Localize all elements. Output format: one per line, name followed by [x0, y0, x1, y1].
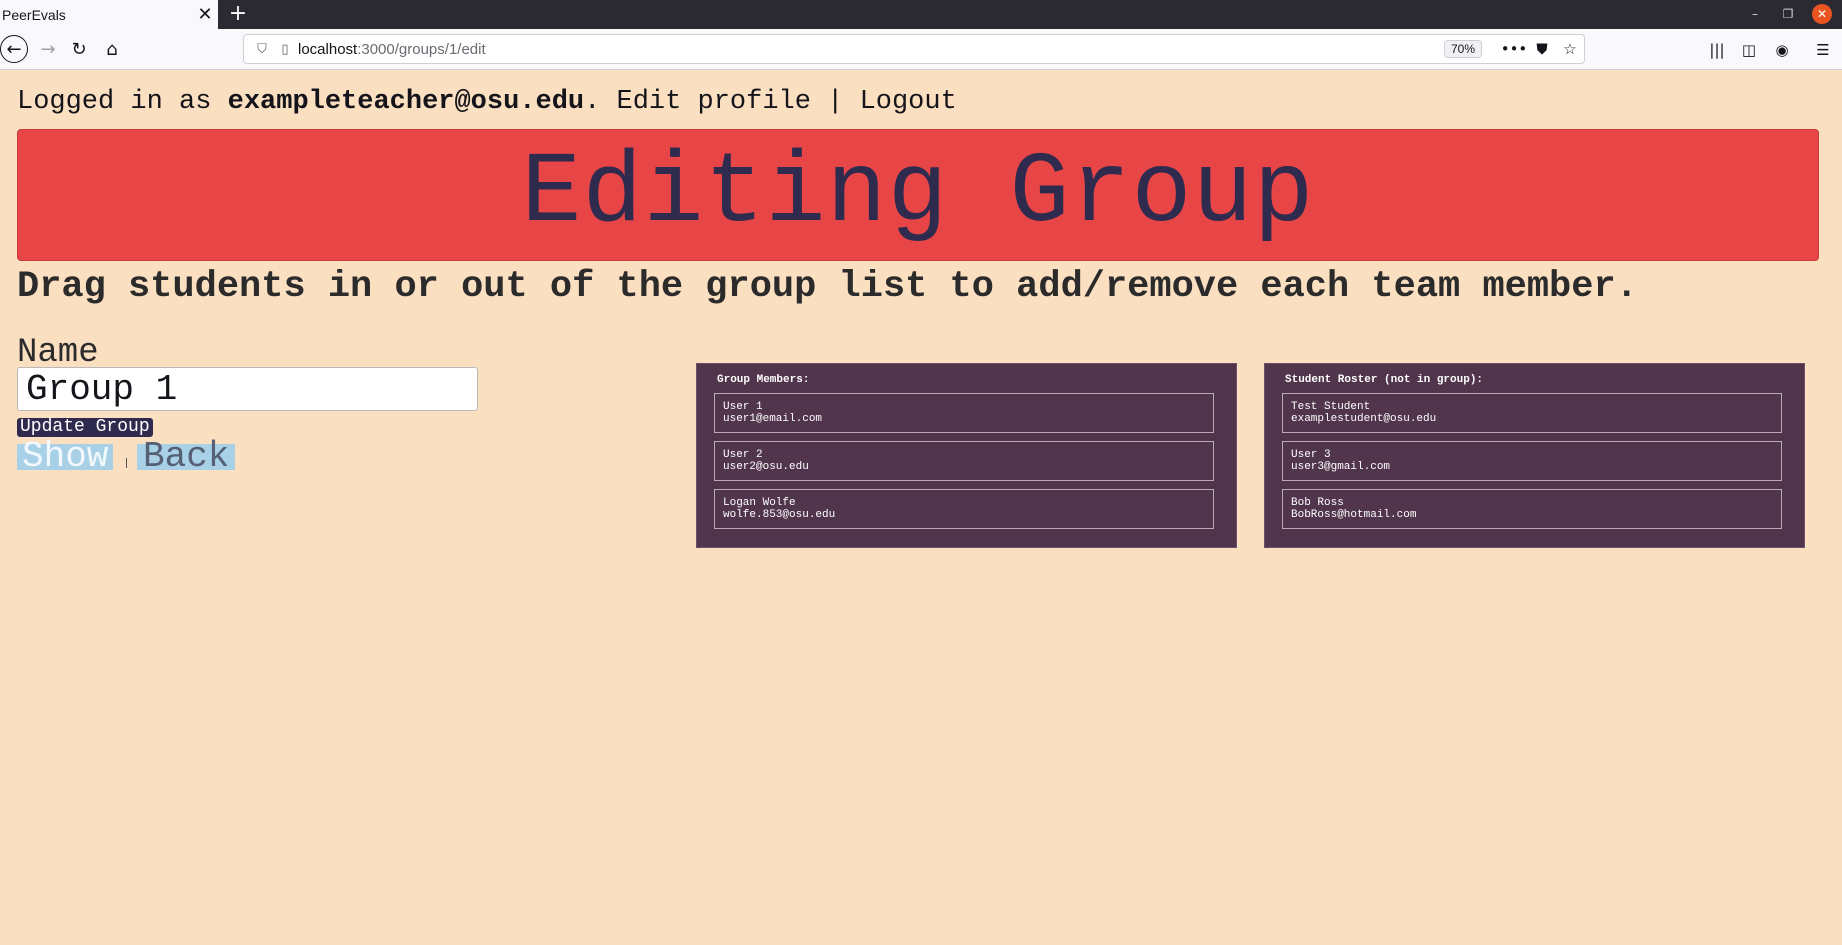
new-tab-icon[interactable]: +	[226, 2, 250, 26]
link-separator	[126, 458, 127, 468]
sidebar-icon[interactable]: ◫	[1738, 39, 1760, 61]
group-members-title: Group Members:	[717, 374, 810, 386]
roster-title: Student Roster (not in group):	[1285, 374, 1484, 386]
name-field[interactable]	[17, 367, 478, 411]
login-status: Logged in as exampleteacher@osu.edu. Edi…	[17, 87, 957, 117]
instructions-text: Drag students in or out of the group lis…	[17, 266, 1638, 308]
group-members-panel[interactable]: Group Members: User 1 user1@email.com Us…	[696, 363, 1237, 548]
restore-icon[interactable]: ❐	[1778, 4, 1798, 24]
student-name: User 3	[1291, 449, 1331, 461]
back-link[interactable]: Back	[137, 439, 236, 475]
back-arrow-icon[interactable]: ←	[0, 35, 28, 63]
logout-link[interactable]: Logout	[860, 87, 957, 117]
student-email: user3@gmail.com	[1291, 461, 1391, 473]
student-email: examplestudent@osu.edu	[1291, 413, 1437, 425]
member-email: user2@osu.edu	[723, 461, 809, 473]
student-name: Bob Ross	[1291, 497, 1344, 509]
more-actions-icon[interactable]: •••	[1500, 40, 1528, 58]
member-card[interactable]: User 1 user1@email.com	[714, 393, 1214, 433]
minimize-icon[interactable]: –	[1745, 4, 1765, 24]
member-name: User 2	[723, 449, 763, 461]
edit-profile-link[interactable]: Edit profile	[617, 87, 811, 117]
roster-card[interactable]: Bob Ross BobRoss@hotmail.com	[1282, 489, 1782, 529]
page-info-icon[interactable]: ▯	[274, 42, 296, 57]
tracking-shield-icon[interactable]: ⛉	[250, 42, 274, 57]
tab-close-icon[interactable]: ✕	[194, 5, 216, 24]
student-roster-panel[interactable]: Student Roster (not in group): Test Stud…	[1264, 363, 1805, 548]
member-email: user1@email.com	[723, 413, 823, 425]
roster-card[interactable]: User 3 user3@gmail.com	[1282, 441, 1782, 481]
tab-title: PeerEvals	[2, 6, 66, 23]
member-card[interactable]: User 2 user2@osu.edu	[714, 441, 1214, 481]
member-card[interactable]: Logan Wolfe wolfe.853@osu.edu	[714, 489, 1214, 529]
update-group-button[interactable]: Update Group	[17, 418, 153, 437]
login-prefix: Logged in as	[17, 87, 212, 117]
user-email: exampleteacher@osu.edu	[227, 87, 585, 117]
address-bar[interactable]: ⛉ ▯ localhost:3000/groups/1/edit 70% •••…	[243, 34, 1585, 64]
browser-tab[interactable]: PeerEvals ✕	[0, 0, 218, 29]
member-name: Logan Wolfe	[723, 497, 796, 509]
tab-bar: PeerEvals ✕ + – ❐ ✕	[0, 0, 1842, 29]
page-title: Editing Group	[521, 138, 1315, 251]
student-email: BobRoss@hotmail.com	[1291, 509, 1417, 521]
bookmark-star-icon[interactable]: ☆	[1556, 40, 1584, 58]
reload-icon[interactable]: ↻	[65, 35, 93, 63]
window-close-icon[interactable]: ✕	[1812, 4, 1832, 24]
zoom-indicator[interactable]: 70%	[1443, 40, 1482, 58]
library-icon[interactable]: |||	[1706, 39, 1728, 61]
student-name: Test Student	[1291, 401, 1371, 413]
menu-icon[interactable]: ☰	[1812, 39, 1834, 61]
nav-bar: ← → ↻ ⌂ ⛉ ▯ localhost:3000/groups/1/edit…	[0, 29, 1842, 70]
pocket-icon[interactable]: ⛊	[1528, 40, 1556, 58]
home-icon[interactable]: ⌂	[98, 35, 126, 63]
member-name: User 1	[723, 401, 763, 413]
url-text[interactable]: localhost:3000/groups/1/edit	[298, 41, 1444, 58]
forward-arrow-icon[interactable]: →	[34, 35, 62, 63]
member-email: wolfe.853@osu.edu	[723, 509, 836, 521]
roster-card[interactable]: Test Student examplestudent@osu.edu	[1282, 393, 1782, 433]
page-banner: Editing Group	[17, 129, 1819, 261]
separator: |	[827, 87, 844, 117]
show-link[interactable]: Show	[17, 439, 114, 475]
account-icon[interactable]: ◉	[1771, 39, 1793, 61]
